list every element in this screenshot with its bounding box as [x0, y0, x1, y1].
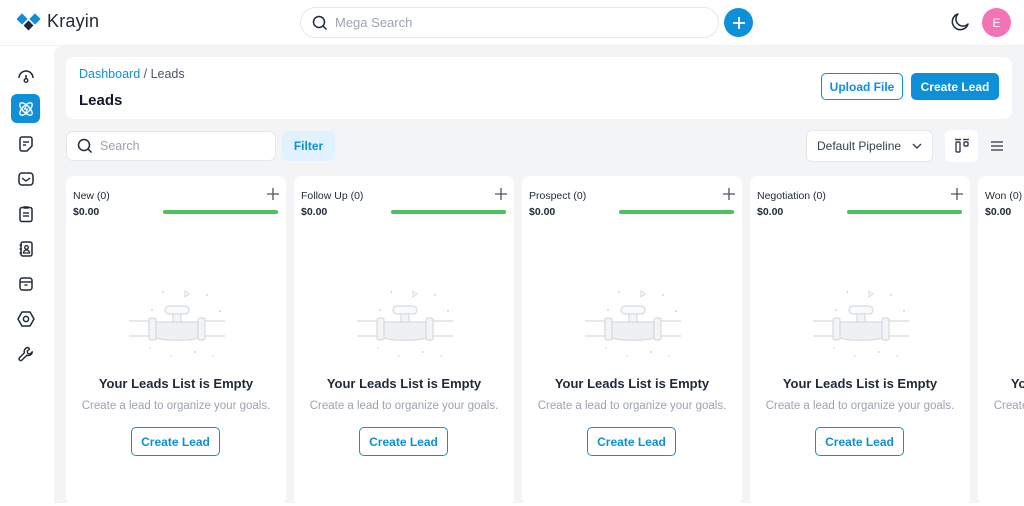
sidebar-item-activities[interactable] [11, 199, 40, 228]
note-icon [18, 135, 33, 152]
pipeline-selected-value: Default Pipeline [817, 139, 902, 153]
mega-search-input[interactable]: Mega Search [300, 7, 719, 38]
dark-mode-moon-icon[interactable] [950, 12, 970, 32]
plus-icon [732, 16, 745, 29]
empty-state-title: Your Leads List is Empty [782, 376, 938, 391]
search-input[interactable]: Search [66, 131, 276, 161]
stage-amount: $0.00 [301, 206, 328, 218]
add-lead-plus-icon[interactable] [494, 187, 508, 201]
breadcrumb-current: Leads [150, 67, 185, 81]
sidebar-item-products[interactable] [11, 269, 40, 298]
mail-icon [17, 171, 34, 186]
search-icon [312, 15, 328, 30]
empty-pipe-illustration [129, 290, 225, 357]
pipeline-select[interactable]: Default Pipeline [806, 130, 933, 162]
stage-name: Won (0) [985, 190, 1023, 202]
breadcrumb: Dashboard / Leads [79, 67, 185, 81]
add-lead-plus-icon[interactable] [950, 187, 964, 201]
stage-name: Follow Up (0) [301, 190, 364, 202]
stage-amount: $0.00 [73, 206, 100, 218]
mega-search-placeholder: Mega Search [335, 15, 413, 30]
empty-state-subtitle: Create a lead to organize your goals. [765, 400, 955, 412]
stage-progress-fill [163, 210, 278, 214]
stage-progress-fill [391, 210, 506, 214]
stage-column-negotiation: Negotiation (0) $0.00 Your Leads List is… [750, 176, 970, 506]
hexagon-gear-icon [16, 310, 35, 327]
stage-amount: $0.00 [529, 206, 556, 218]
breadcrumb-separator: / [140, 67, 151, 81]
stage-name: New (0) [73, 190, 110, 202]
quick-create-button[interactable] [724, 8, 753, 37]
stage-progress-bar [619, 210, 734, 214]
filter-button[interactable]: Filter [282, 131, 335, 161]
top-bar: Krayin Mega Search E [0, 0, 1024, 46]
sidebar-item-contacts[interactable] [11, 234, 40, 263]
atom-icon [18, 101, 33, 116]
sidebar-item-quotes[interactable] [11, 129, 40, 158]
app-name: Krayin [47, 11, 100, 31]
sidebar-item-configuration[interactable] [11, 339, 40, 368]
add-lead-plus-icon[interactable] [266, 187, 280, 201]
wrench-icon [17, 346, 33, 361]
add-lead-plus-icon[interactable] [722, 187, 736, 201]
stage-name: Negotiation (0) [757, 190, 826, 202]
stage-column-won: Won (0) $0.00 Your Leads List is Empty C… [978, 176, 1024, 506]
stage-amount: $0.00 [985, 206, 1012, 218]
krayin-logo-icon [17, 12, 41, 30]
stage-column-prospect: Prospect (0) $0.00 Your Leads List is Em… [522, 176, 742, 506]
sidebar-item-leads[interactable] [11, 94, 40, 123]
stage-name: Prospect (0) [529, 190, 587, 202]
stage-progress-bar [391, 210, 506, 214]
sidebar-item-settings[interactable] [11, 304, 40, 333]
column-create-lead-button[interactable]: Create Lead [815, 427, 904, 456]
stage-amount: $0.00 [757, 206, 784, 218]
archive-icon [18, 276, 33, 291]
sidebar [0, 46, 54, 503]
column-create-lead-button[interactable]: Create Lead [131, 427, 220, 456]
main-content: Dashboard / Leads Leads Upload File Crea… [54, 46, 1024, 506]
empty-state-title: Your Leads List is Empty [554, 376, 710, 391]
empty-state-title: Your Leads List is Empty [1010, 376, 1024, 391]
sidebar-item-mail[interactable] [11, 164, 40, 193]
empty-pipe-illustration [585, 290, 681, 357]
stage-column-follow-up: Follow Up (0) $0.00 Your Leads List is E… [294, 176, 514, 506]
stage-progress-bar [847, 210, 962, 214]
column-create-lead-button[interactable]: Create Lead [587, 427, 676, 456]
clipboard-icon [18, 205, 33, 222]
empty-state-subtitle: Create a lead to organize your goals. [993, 400, 1024, 412]
list-view-button[interactable] [986, 135, 1008, 157]
empty-state-subtitle: Create a lead to organize your goals. [309, 400, 499, 412]
search-placeholder: Search [100, 139, 140, 153]
sidebar-item-dashboard[interactable] [11, 60, 40, 89]
gauge-icon [17, 69, 34, 83]
kanban-icon [954, 138, 969, 153]
search-icon [77, 138, 93, 154]
column-create-lead-button[interactable]: Create Lead [359, 427, 448, 456]
empty-pipe-illustration [357, 290, 453, 357]
page-header: Dashboard / Leads Leads Upload File Crea… [66, 57, 1012, 119]
create-lead-button[interactable]: Create Lead [911, 73, 999, 100]
stage-progress-bar [163, 210, 278, 214]
upload-file-button[interactable]: Upload File [821, 73, 903, 100]
logo[interactable]: Krayin [17, 11, 99, 32]
empty-pipe-illustration [813, 290, 909, 357]
list-icon [991, 141, 1003, 151]
user-avatar[interactable]: E [982, 8, 1011, 37]
page-title: Leads [79, 92, 123, 109]
kanban-view-button[interactable] [945, 130, 978, 162]
stage-progress-fill [847, 210, 962, 214]
empty-state-subtitle: Create a lead to organize your goals. [81, 400, 271, 412]
chevron-down-icon [912, 143, 922, 149]
stage-column-new: New (0) $0.00 Your Leads List is Empty C… [66, 176, 286, 506]
breadcrumb-dashboard-link[interactable]: Dashboard [79, 67, 140, 81]
contact-book-icon [19, 240, 33, 257]
empty-state-title: Your Leads List is Empty [326, 376, 482, 391]
empty-state-title: Your Leads List is Empty [98, 376, 254, 391]
empty-state-subtitle: Create a lead to organize your goals. [537, 400, 727, 412]
stage-progress-fill [619, 210, 734, 214]
